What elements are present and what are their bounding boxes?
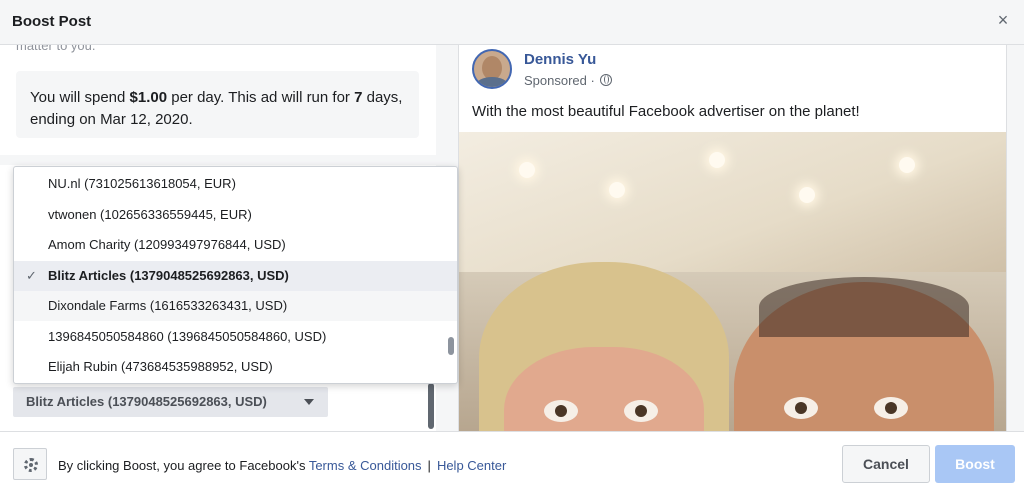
terms-notice: By clicking Boost, you agree to Facebook… xyxy=(58,458,506,473)
spend-amount: $1.00 xyxy=(129,89,168,106)
photo-eye xyxy=(624,400,658,422)
spend-prefix: You will spend xyxy=(30,89,130,106)
post-preview: Dennis Yu Sponsored · With the most beau… xyxy=(458,45,1007,431)
close-icon[interactable]: × xyxy=(992,9,1014,31)
photo-ceiling xyxy=(459,132,1006,272)
terms-prefix: By clicking Boost, you agree to Facebook… xyxy=(58,458,309,473)
dropdown-option[interactable]: NU.nl (731025613618054, EUR) xyxy=(14,169,457,199)
dropdown-option-label: Elijah Rubin (473684535988952, USD) xyxy=(48,359,273,374)
dropdown-option[interactable]: Elijah Rubin (473684535988952, USD) xyxy=(14,352,457,382)
dialog-header: Boost Post × xyxy=(0,0,1024,45)
photo-light xyxy=(709,152,725,168)
post-author[interactable]: Dennis Yu xyxy=(524,51,596,68)
caret-down-icon xyxy=(304,399,314,405)
dropdown-option[interactable]: Amom Charity (120993497976844, USD) xyxy=(14,230,457,260)
dropdown-option-label: Dixondale Farms (1616533263431, USD) xyxy=(48,298,288,313)
photo-eye xyxy=(784,397,818,419)
dropdown-option-label: Blitz Articles (1379048525692863, USD) xyxy=(48,267,289,283)
terms-link[interactable]: Terms & Conditions xyxy=(309,458,422,473)
footer-separator: | xyxy=(427,458,431,473)
dialog-title: Boost Post xyxy=(12,13,92,30)
photo-man-hair xyxy=(759,277,969,337)
photo-light xyxy=(799,187,815,203)
gear-icon xyxy=(24,458,38,472)
ad-account-selected-value: Blitz Articles (1379048525692863, USD) xyxy=(26,394,267,409)
dropdown-option-label: NU.nl (731025613618054, EUR) xyxy=(48,176,236,191)
dialog-footer: By clicking Boost, you agree to Facebook… xyxy=(0,431,1024,493)
photo-eye xyxy=(544,400,578,422)
dropdown-option[interactable]: 1396845050584860 (1396845050584860, USD) xyxy=(14,322,457,352)
photo-light xyxy=(899,157,915,173)
dropdown-option-label: 1396845050584860 (1396845050584860, USD) xyxy=(48,328,327,344)
sponsored-label: Sponsored · xyxy=(524,73,613,88)
panel-scrollbar[interactable] xyxy=(428,383,434,429)
checkmark-icon: ✓ xyxy=(26,267,37,283)
section-divider xyxy=(0,155,436,165)
help-center-link[interactable]: Help Center xyxy=(437,458,506,473)
audience-description: matter to you. xyxy=(16,45,96,53)
dropdown-option-label: Amom Charity (120993497976844, USD) xyxy=(48,237,286,252)
spend-summary: You will spend $1.00 per day. This ad wi… xyxy=(16,71,419,138)
ad-account-select[interactable]: Blitz Articles (1379048525692863, USD) xyxy=(13,387,328,417)
boost-button[interactable]: Boost xyxy=(935,445,1015,483)
avatar-shirt xyxy=(476,77,508,87)
sponsored-text: Sponsored · xyxy=(524,73,595,88)
settings-button[interactable] xyxy=(13,448,47,480)
dropdown-option[interactable]: vtwonen (102656336559445, EUR) xyxy=(14,200,457,230)
post-photo xyxy=(459,132,1006,431)
ad-account-dropdown[interactable]: NU.nl (731025613618054, EUR) vtwonen (102… xyxy=(13,166,458,384)
spend-middle: per day. This ad will run for xyxy=(167,89,355,106)
preview-panel: Dennis Yu Sponsored · With the most beau… xyxy=(458,45,1024,431)
dropdown-option-label: vtwonen (102656336559445, EUR) xyxy=(48,206,252,222)
dropdown-option[interactable]: Dixondale Farms (1616533263431, USD) xyxy=(14,291,457,321)
cancel-button[interactable]: Cancel xyxy=(842,445,930,483)
photo-eye xyxy=(874,397,908,419)
avatar xyxy=(472,49,512,89)
post-caption: With the most beautiful Facebook adverti… xyxy=(472,103,860,120)
globe-icon xyxy=(600,74,613,86)
photo-light xyxy=(609,182,625,198)
dropdown-option[interactable]: ✓ Blitz Articles (1379048525692863, USD) xyxy=(14,260,457,291)
photo-light xyxy=(519,162,535,178)
